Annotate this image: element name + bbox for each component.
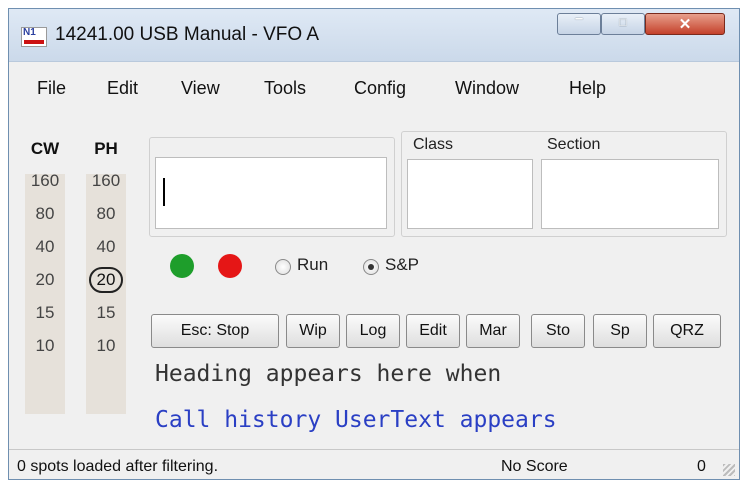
- ph-band-10[interactable]: 10: [86, 332, 126, 365]
- minimize-button[interactable]: –: [557, 10, 601, 35]
- ph-band-80[interactable]: 80: [86, 200, 126, 233]
- window-title: 14241.00 USB Manual - VFO A: [55, 24, 320, 45]
- menu-window[interactable]: Window: [455, 78, 519, 99]
- esc-stop-button[interactable]: Esc: Stop: [151, 314, 279, 348]
- mar-button[interactable]: Mar: [466, 314, 520, 348]
- sp-radio[interactable]: [363, 259, 379, 275]
- qrz-button[interactable]: QRZ: [653, 314, 721, 348]
- call-history-line: Call history UserText appears: [155, 407, 557, 433]
- maximize-icon: □: [619, 15, 627, 29]
- text-caret: [163, 178, 165, 206]
- call-entry-field[interactable]: [155, 157, 387, 229]
- wip-button[interactable]: Wip: [286, 314, 340, 348]
- ph-band-160[interactable]: 160: [86, 167, 126, 200]
- ph-band-column: PH 160 80 40 20 15 10: [86, 139, 126, 365]
- close-icon: ✕: [678, 16, 692, 33]
- selected-band-indicator: 20: [88, 267, 124, 293]
- run-label[interactable]: Run: [297, 255, 328, 275]
- sp-radio-dot: [368, 264, 374, 270]
- menu-file[interactable]: File: [37, 78, 66, 99]
- cw-band-160[interactable]: 160: [25, 167, 65, 200]
- app-logo-text: N1: [23, 27, 36, 38]
- close-button[interactable]: ✕: [645, 13, 725, 35]
- green-status-light: [170, 254, 194, 278]
- cw-band-15[interactable]: 15: [25, 299, 65, 332]
- spots-status: 0 spots loaded after filtering.: [17, 458, 219, 475]
- app-logo-bar: [24, 40, 44, 44]
- title-bar[interactable]: N1 14241.00 USB Manual - VFO A – □ ✕: [9, 9, 739, 62]
- heading-line: Heading appears here when: [155, 361, 502, 387]
- score-status: No Score: [501, 458, 568, 475]
- ph-band-15[interactable]: 15: [86, 299, 126, 332]
- sto-button[interactable]: Sto: [531, 314, 585, 348]
- cw-band-40[interactable]: 40: [25, 233, 65, 266]
- sp-button[interactable]: Sp: [593, 314, 647, 348]
- cw-band-column: CW 160 80 40 20 15 10: [25, 139, 65, 365]
- menu-edit[interactable]: Edit: [107, 78, 138, 99]
- cw-band-10[interactable]: 10: [25, 332, 65, 365]
- cw-band-20[interactable]: 20: [25, 266, 65, 299]
- edit-button[interactable]: Edit: [406, 314, 460, 348]
- menu-view[interactable]: View: [181, 78, 220, 99]
- menu-config[interactable]: Config: [354, 78, 406, 99]
- cw-band-80[interactable]: 80: [25, 200, 65, 233]
- sp-label[interactable]: S&P: [385, 255, 419, 275]
- log-button[interactable]: Log: [346, 314, 400, 348]
- section-field[interactable]: [541, 159, 719, 229]
- red-status-light: [218, 254, 242, 278]
- cw-header: CW: [30, 139, 60, 158]
- maximize-button[interactable]: □: [601, 13, 645, 35]
- count-status: 0: [697, 458, 706, 475]
- ph-band-40[interactable]: 40: [86, 233, 126, 266]
- section-label: Section: [547, 136, 601, 153]
- menu-tools[interactable]: Tools: [264, 78, 306, 99]
- ph-header: PH: [94, 139, 118, 158]
- ph-band-20-selected[interactable]: 20: [86, 266, 126, 299]
- resize-grip-icon[interactable]: [723, 464, 735, 476]
- menu-bar: File Edit View Tools Config Window Help: [9, 62, 739, 112]
- minimize-icon: –: [574, 10, 584, 27]
- status-bar: 0 spots loaded after filtering. No Score…: [9, 449, 739, 480]
- class-field[interactable]: [407, 159, 533, 229]
- app-window: N1 14241.00 USB Manual - VFO A – □ ✕ Fil…: [8, 8, 740, 480]
- run-radio[interactable]: [275, 259, 291, 275]
- class-label: Class: [413, 136, 454, 153]
- app-logo-icon[interactable]: N1: [21, 27, 47, 47]
- menu-help[interactable]: Help: [569, 78, 606, 99]
